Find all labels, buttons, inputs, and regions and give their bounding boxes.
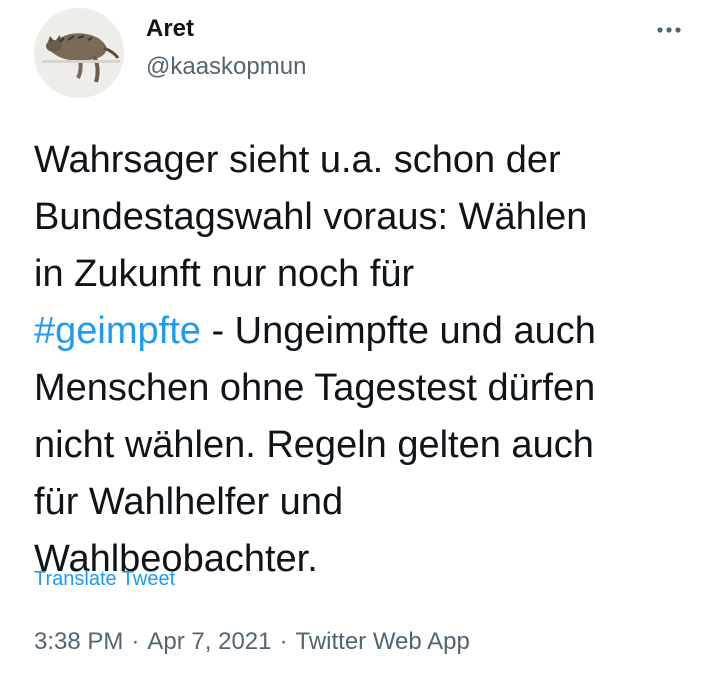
tweet-date[interactable]: Apr 7, 2021 bbox=[147, 628, 271, 655]
avatar[interactable] bbox=[34, 8, 124, 98]
tweet-card: Aret @kaaskopmun Wahrsager sieht u.a. sc… bbox=[0, 0, 709, 690]
tweet-text-fragment: - Ungeimpfte und auch bbox=[200, 310, 596, 352]
translate-tweet-link[interactable]: Translate Tweet bbox=[34, 566, 175, 592]
meta-separator: · bbox=[279, 628, 288, 655]
author-display-name[interactable]: Aret bbox=[146, 14, 306, 44]
tweet-text-line: in Zukunft nur noch für bbox=[34, 253, 415, 295]
tweet-text-line: Bundestagswahl voraus: Wählen bbox=[34, 196, 588, 238]
tweet-text-line-hashtag: #geimpfte - Ungeimpfte und auch bbox=[34, 303, 694, 360]
more-horizontal-icon[interactable] bbox=[654, 20, 684, 40]
hashtag-link[interactable]: #geimpfte bbox=[34, 310, 201, 352]
author-handle[interactable]: @kaaskopmun bbox=[146, 52, 306, 82]
tweet-text: Wahrsager sieht u.a. schon der Bundestag… bbox=[34, 132, 694, 588]
tweet-text-line: für Wahlhelfer und bbox=[34, 481, 344, 523]
tweet-header: Aret @kaaskopmun bbox=[34, 8, 684, 98]
cat-avatar-icon bbox=[34, 8, 124, 98]
tweet-text-line: Menschen ohne Tagestest dürfen bbox=[34, 367, 596, 409]
tweet-text-line: nicht wählen. Regeln gelten auch bbox=[34, 424, 594, 466]
tweet-source[interactable]: Twitter Web App bbox=[295, 628, 469, 655]
author-names: Aret @kaaskopmun bbox=[146, 14, 306, 82]
tweet-meta: 3:38 PM · Apr 7, 2021 · Twitter Web App bbox=[34, 626, 470, 658]
meta-separator: · bbox=[131, 628, 140, 655]
tweet-text-line: Wahrsager sieht u.a. schon der bbox=[34, 139, 561, 181]
tweet-time[interactable]: 3:38 PM bbox=[34, 628, 123, 655]
